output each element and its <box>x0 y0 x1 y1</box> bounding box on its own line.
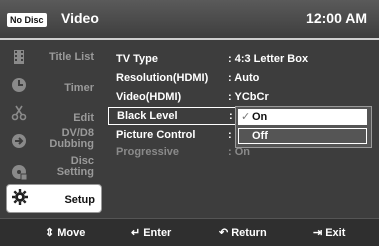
scissors-icon <box>11 105 27 121</box>
setting-name: Progressive <box>116 146 179 158</box>
black-level-dropdown: ✓ On Off <box>235 106 372 148</box>
sidebar-item-label: Timer <box>64 82 94 94</box>
enter-icon: ↵ <box>131 227 141 239</box>
checkmark-icon: ✓ <box>241 111 251 123</box>
setting-value: : <box>228 129 232 141</box>
dubbing-icon <box>12 134 26 148</box>
setting-name: Picture Control <box>116 129 196 141</box>
header-bar: No Disc Video 12:00 AM <box>0 0 379 40</box>
hint-return: ↶ Return <box>219 227 267 239</box>
setting-row-resolution-hdmi[interactable]: Resolution(HDMI) : Auto <box>104 69 376 87</box>
film-icon <box>14 50 24 64</box>
sidebar-item-label: Setting <box>56 166 94 178</box>
clock-icon <box>12 78 26 92</box>
setting-name: Resolution(HDMI) <box>116 72 209 84</box>
clock-time: 12:00 AM <box>306 10 367 26</box>
setting-value: : Auto <box>228 72 260 84</box>
hint-enter: ↵ Enter <box>131 227 172 239</box>
gear-icon <box>12 189 28 205</box>
setting-row-video-hdmi[interactable]: Video(HDMI) : YCbCr <box>104 88 376 106</box>
sidebar-item-label: Edit <box>73 112 94 124</box>
disc-status-badge: No Disc <box>7 13 47 27</box>
option-label: Off <box>252 130 268 142</box>
sidebar-item-label: Setup <box>64 194 95 206</box>
hint-move: ⇕ Move <box>45 227 86 239</box>
dvd-recorder-menu: No Disc Video 12:00 AM Title List Timer <box>0 0 379 246</box>
return-icon: ↶ <box>219 227 229 239</box>
sidebar-item-label: Title List <box>48 51 94 63</box>
setting-value: : YCbCr <box>228 91 269 103</box>
menu-title: Video <box>61 10 99 26</box>
sidebar-item-setup[interactable]: Setup <box>6 184 102 213</box>
setting-value: : <box>229 110 233 122</box>
hint-exit: ⇥ Exit <box>313 227 346 239</box>
sidebar-item-timer[interactable]: Timer <box>6 70 100 100</box>
disc-icon <box>12 165 27 180</box>
setting-value: : 4:3 Letter Box <box>228 53 309 65</box>
sidebar-item-title-list[interactable]: Title List <box>6 42 100 72</box>
sidebar: Title List Timer Edit DV/D8 Dubbing Disc… <box>6 42 102 213</box>
option-on[interactable]: ✓ On <box>238 109 367 125</box>
option-label: On <box>252 111 268 123</box>
option-off[interactable]: Off <box>238 128 367 144</box>
sidebar-item-disc-setting[interactable]: Disc Setting <box>6 152 100 182</box>
setting-name: Video(HDMI) <box>116 91 182 103</box>
setting-name: TV Type <box>116 53 158 65</box>
setting-name: Black Level <box>117 110 178 122</box>
up-down-arrow-icon: ⇕ <box>45 227 55 239</box>
footer-hints: ⇕ Move ↵ Enter ↶ Return ⇥ Exit <box>0 218 379 246</box>
setting-row-tv-type[interactable]: TV Type : 4:3 Letter Box <box>104 50 376 68</box>
sidebar-item-dubbing[interactable]: DV/D8 Dubbing <box>6 124 100 154</box>
exit-icon: ⇥ <box>313 227 323 239</box>
sidebar-item-label: Dubbing <box>49 138 94 150</box>
